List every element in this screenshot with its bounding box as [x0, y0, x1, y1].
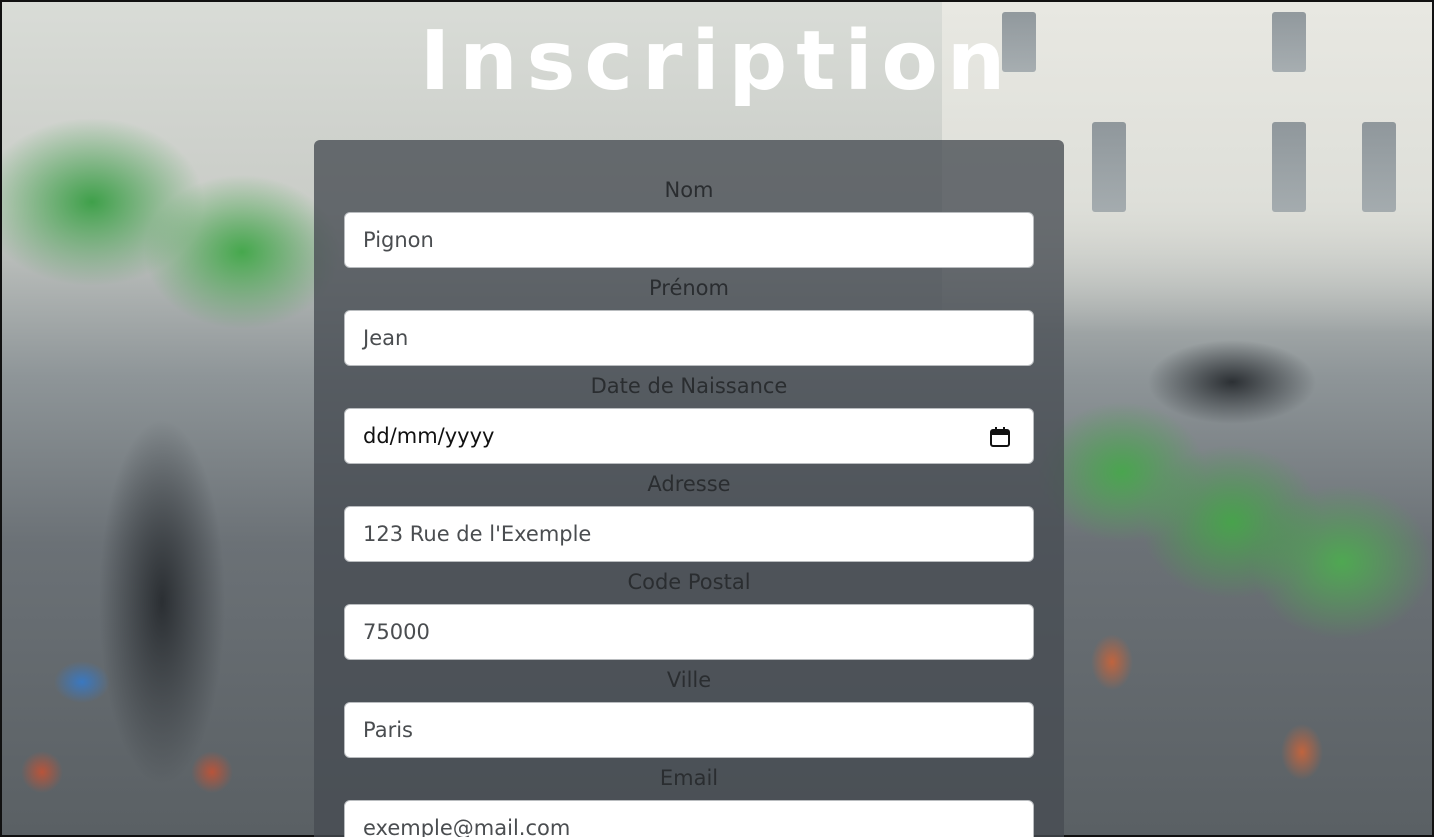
- nom-value: Pignon: [363, 228, 434, 252]
- adresse-value: 123 Rue de l'Exemple: [363, 522, 592, 546]
- email-label: Email: [659, 766, 719, 790]
- calendar-icon[interactable]: [989, 426, 1011, 448]
- field-code-postal: Code Postal 75000: [344, 568, 1034, 660]
- adresse-label: Adresse: [647, 472, 731, 496]
- field-prenom: Prénom Jean: [344, 274, 1034, 366]
- field-nom: Nom Pignon: [344, 176, 1034, 268]
- code-postal-label: Code Postal: [627, 570, 751, 594]
- ville-value: Paris: [363, 718, 413, 742]
- date-naissance-label: Date de Naissance: [590, 374, 788, 398]
- email-input[interactable]: exemple@mail.com: [344, 800, 1034, 837]
- prenom-value: Jean: [363, 326, 409, 350]
- email-value: exemple@mail.com: [363, 816, 571, 837]
- adresse-input[interactable]: 123 Rue de l'Exemple: [344, 506, 1034, 562]
- code-postal-input[interactable]: 75000: [344, 604, 1034, 660]
- field-email: Email exemple@mail.com: [344, 764, 1034, 837]
- registration-form: Nom Pignon Prénom Jean Date de Naissance…: [314, 140, 1064, 837]
- page-title: Inscription: [419, 14, 1015, 109]
- field-date-naissance: Date de Naissance dd/mm/yyyy: [344, 372, 1034, 464]
- ville-label: Ville: [666, 668, 712, 692]
- date-naissance-value: dd/mm/yyyy: [363, 424, 495, 448]
- field-ville: Ville Paris: [344, 666, 1034, 758]
- prenom-input[interactable]: Jean: [344, 310, 1034, 366]
- field-adresse: Adresse 123 Rue de l'Exemple: [344, 470, 1034, 562]
- prenom-label: Prénom: [648, 276, 729, 300]
- date-naissance-input[interactable]: dd/mm/yyyy: [344, 408, 1034, 464]
- nom-label: Nom: [664, 178, 714, 202]
- ville-input[interactable]: Paris: [344, 702, 1034, 758]
- code-postal-value: 75000: [363, 620, 430, 644]
- nom-input[interactable]: Pignon: [344, 212, 1034, 268]
